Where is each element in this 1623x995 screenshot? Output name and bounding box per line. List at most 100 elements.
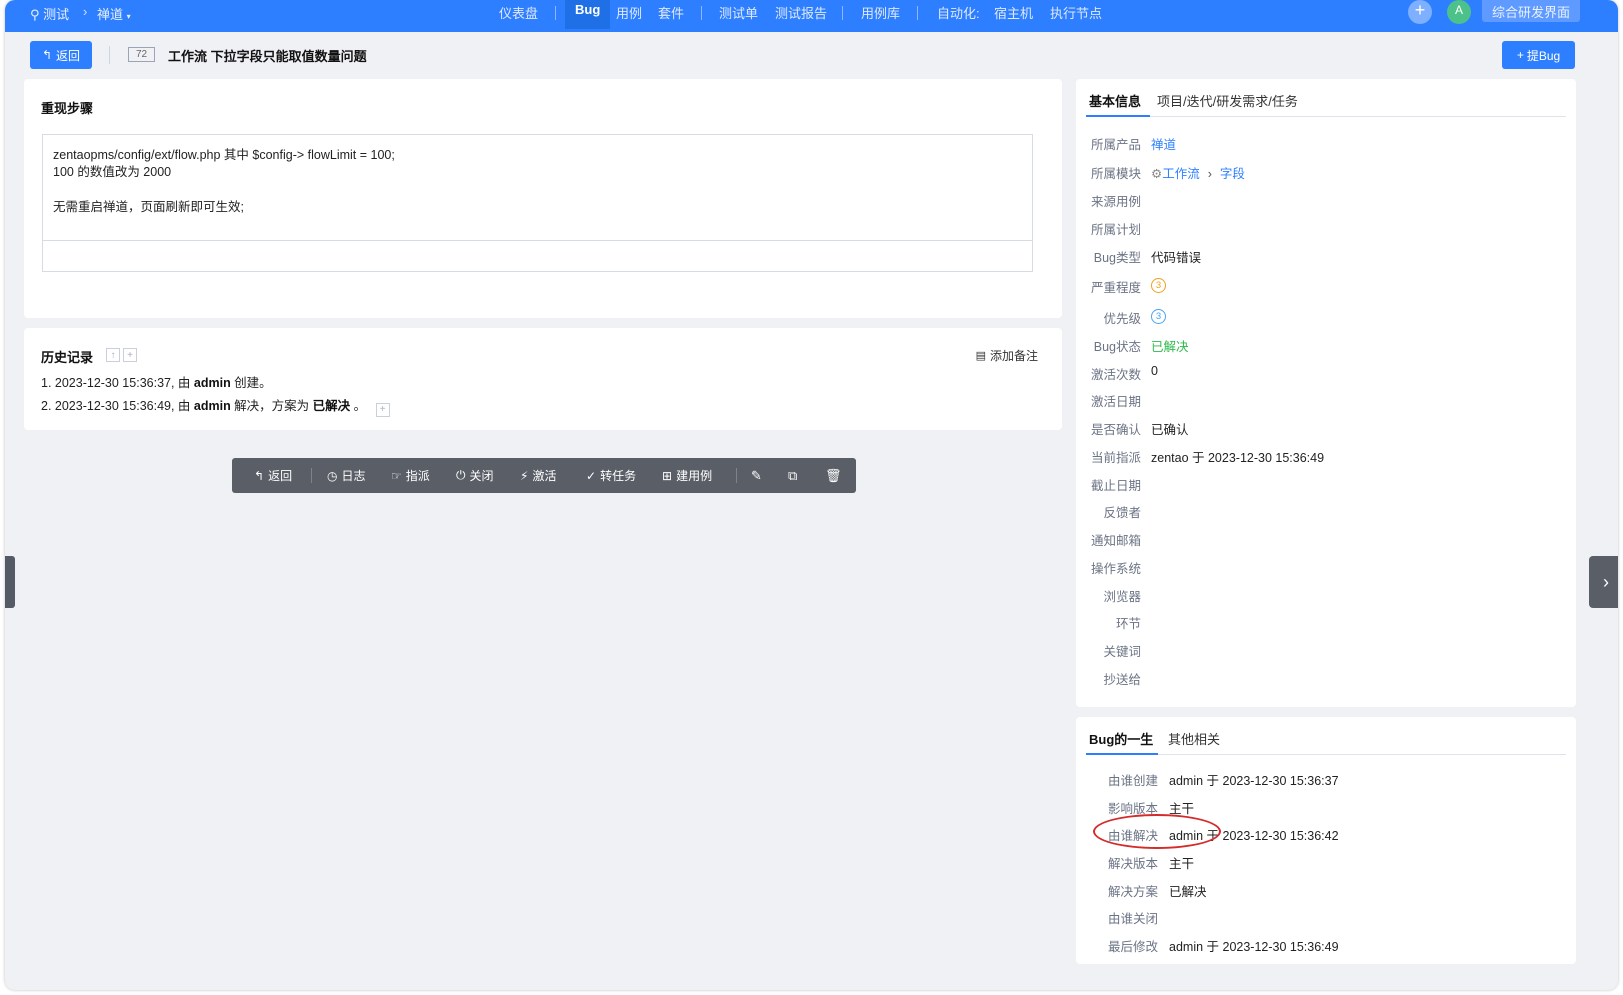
basic-info-tabs: 基本信息 项目/迭代/研发需求/任务 (1086, 89, 1566, 117)
breadcrumb-test-label: 测试 (43, 7, 70, 22)
toolbar-close-label: 关闭 (469, 469, 494, 483)
steps-line: 100 的数值改为 2000 (53, 165, 172, 179)
action-toolbar: ↰ 返回 ◷ 日志 ☞ 指派 ⏻ 关闭 ⚡ 激活 ✓ 转任务 ⊞ 建用例 ✎ ⧉ 🗑 (232, 458, 856, 493)
nav-exec-node[interactable]: 执行节点 (1050, 3, 1102, 22)
product-switcher-label: 禅道 (97, 7, 124, 22)
bug-id-badge: 72 (128, 47, 155, 62)
nav-divider (842, 6, 843, 20)
new-bug-button[interactable]: + 提Bug (1502, 41, 1575, 69)
steps-divider (43, 240, 1032, 241)
avatar[interactable]: A (1447, 0, 1471, 24)
toolbar-assign-button[interactable]: ☞ 指派 (391, 458, 430, 493)
undo-icon: ↰ (254, 468, 265, 483)
field-value: zentao 于 2023-12-30 15:36:49 (1151, 451, 1325, 465)
field-label: 反馈者 (1103, 506, 1141, 520)
next-bug-button[interactable]: › (1589, 556, 1618, 608)
nav-host[interactable]: 宿主机 (994, 3, 1033, 22)
history-entry-user: admin (193, 399, 231, 413)
nav-suite[interactable]: 套件 (658, 3, 684, 22)
expand-all-icon[interactable]: + (123, 348, 137, 362)
bug-life-tabs: Bug的一生 其他相关 (1086, 727, 1566, 755)
field-label: 所属模块 (1090, 167, 1141, 181)
field-label: 来源用例 (1090, 195, 1141, 209)
field-value: 3 (1151, 277, 1166, 293)
trash-icon[interactable]: 🗑 (825, 458, 842, 493)
expand-icon[interactable]: + (375, 402, 390, 417)
nav-automation: 自动化: (937, 6, 980, 21)
sort-up-icon[interactable]: ↑ (106, 348, 120, 362)
top-nav: ⚲ 测试 › 禅道 ▾ 仪表盘 Bug 用例 套件 测试单 测试报告 用例库 自… (5, 0, 1618, 32)
toolbar-activate-button[interactable]: ⚡ 激活 (520, 458, 556, 493)
breadcrumb-test[interactable]: ⚲ 测试 (30, 4, 69, 23)
toolbar-divider (736, 468, 737, 483)
field-label: 浏览器 (1103, 590, 1141, 604)
plus-icon: + (1516, 48, 1524, 62)
tab-other-related[interactable]: 其他相关 (1168, 729, 1220, 748)
module-link[interactable]: 字段 (1220, 167, 1245, 181)
field-label: 严重程度 (1090, 281, 1141, 295)
toolbar-close-button[interactable]: ⏻ 关闭 (456, 458, 494, 493)
left-collapse-handle[interactable] (5, 556, 15, 608)
field-value: 已解决 (1151, 340, 1189, 354)
edit-icon[interactable]: ✎ (751, 458, 762, 493)
nav-bug[interactable]: Bug (565, 0, 611, 29)
gear-icon: ⚙ (1151, 167, 1163, 181)
nav-caselib[interactable]: 用例库 (861, 3, 900, 22)
life-field-label: 由谁创建 (1107, 774, 1158, 788)
module-link[interactable]: 工作流 (1162, 167, 1200, 181)
history-entry-user: admin (193, 376, 231, 390)
field-label: 关键词 (1103, 645, 1141, 659)
field-label: 所属产品 (1090, 138, 1141, 152)
tab-basic-info[interactable]: 基本信息 (1089, 91, 1141, 110)
life-field-label: 解决版本 (1107, 857, 1158, 871)
toolbar-assign-label: 指派 (405, 469, 430, 483)
field-label: 是否确认 (1090, 423, 1141, 437)
steps-panel: 重现步骤 zentaopms/config/ext/flow.php 其中 $c… (24, 79, 1062, 318)
steps-title: 重现步骤 (41, 101, 94, 116)
toolbar-back-button[interactable]: ↰ 返回 (254, 458, 292, 493)
field-label: 优先级 (1103, 312, 1141, 326)
priority-icon: 3 (1151, 309, 1166, 324)
history-entry: 2. 2023-12-30 15:36:49, 由 admin 解决，方案为 已… (41, 395, 390, 417)
clock-icon: ◷ (327, 468, 338, 483)
toolbar-to-task-label: 转任务 (600, 469, 637, 483)
tab-project-execution[interactable]: 项目/迭代/研发需求/任务 (1157, 91, 1298, 110)
history-entry-text: 。 (350, 399, 367, 413)
field-label: 激活次数 (1090, 368, 1141, 382)
nav-testtask[interactable]: 测试单 (719, 3, 758, 22)
add-note-button[interactable]: ▤ 添加备注 (976, 347, 1038, 364)
life-field-label: 由谁关闭 (1107, 912, 1158, 926)
field-value[interactable]: 禅道 (1151, 134, 1176, 153)
toolbar-divider (311, 468, 312, 483)
tab-bug-life[interactable]: Bug的一生 (1089, 729, 1153, 748)
field-value: 0 (1151, 364, 1158, 378)
chevron-right-icon: › (83, 4, 88, 19)
history-entry-text: 2. 2023-12-30 15:36:49, 由 (41, 399, 194, 413)
mix-interface-button[interactable]: 综合研发界面 (1482, 0, 1581, 22)
field-label: 当前指派 (1090, 451, 1141, 465)
plus-icon[interactable]: + (1408, 0, 1432, 24)
toolbar-to-task-button[interactable]: ✓ 转任务 (586, 458, 636, 493)
field-label: 操作系统 (1090, 562, 1141, 576)
check-icon: ✓ (586, 468, 597, 483)
product-switcher[interactable]: 禅道 ▾ (97, 4, 131, 23)
active-tab-indicator (1086, 115, 1150, 117)
toolbar-create-case-button[interactable]: ⊞ 建用例 (662, 458, 712, 493)
life-field-value: admin 于 2023-12-30 15:36:37 (1169, 774, 1339, 788)
chevron-right-icon: › (1207, 167, 1212, 181)
history-entry-text: 解决，方案为 (230, 399, 313, 413)
history-panel: 历史记录 ↑ + ▤ 添加备注 1. 2023-12-30 15:36:37, … (24, 328, 1062, 430)
nav-divider (555, 6, 556, 20)
toolbar-create-case-label: 建用例 (676, 469, 713, 483)
toolbar-log-button[interactable]: ◷ 日志 (327, 458, 366, 493)
basic-info-panel: 基本信息 项目/迭代/研发需求/任务 所属产品 禅道 所属模块 ⚙工作流 › 字段来源用例… (1076, 79, 1576, 707)
back-button-label: 返回 (56, 48, 81, 63)
back-button[interactable]: ↰ 返回 (30, 41, 92, 69)
history-entry: 1. 2023-12-30 15:36:37, 由 admin 创建。 (41, 372, 272, 391)
copy-icon[interactable]: ⧉ (788, 458, 797, 493)
nav-dashboard[interactable]: 仪表盘 (499, 3, 538, 22)
nav-case[interactable]: 用例 (616, 3, 642, 22)
field-value: 3 (1151, 308, 1166, 324)
toolbar-log-label: 日志 (341, 469, 366, 483)
nav-testreport[interactable]: 测试报告 (775, 3, 827, 22)
